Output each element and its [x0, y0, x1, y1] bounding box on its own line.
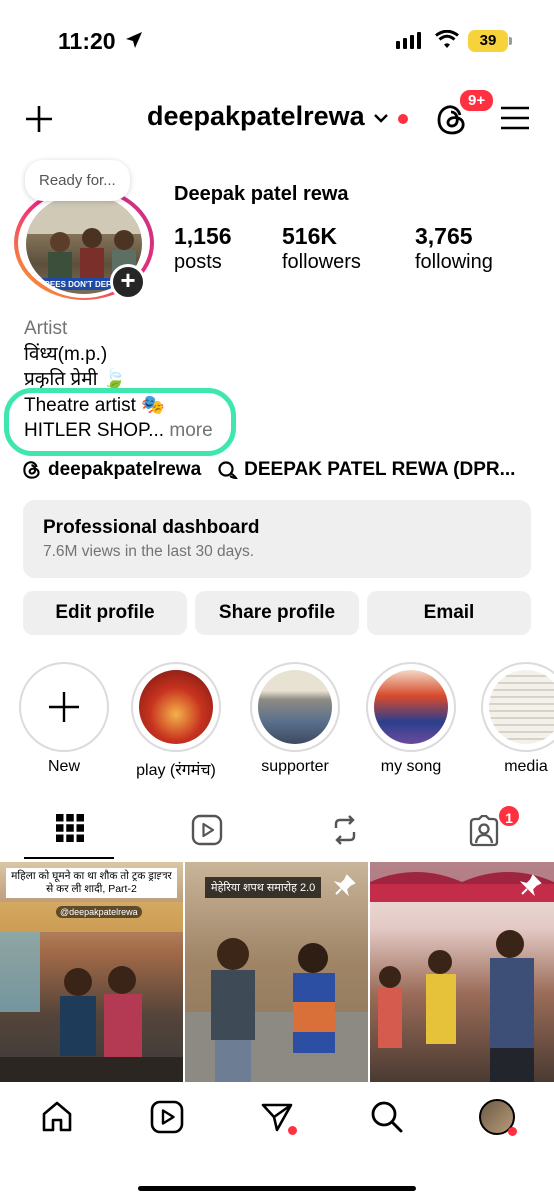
- professional-dashboard[interactable]: Professional dashboard 7.6M views in the…: [23, 500, 531, 578]
- pinned-icon: [334, 874, 356, 896]
- stat-posts[interactable]: 1,156 posts: [174, 223, 232, 274]
- email-button[interactable]: Email: [367, 591, 531, 635]
- followers-label: followers: [282, 251, 361, 273]
- highlight-new[interactable]: New: [18, 662, 110, 776]
- note-bubble[interactable]: Ready for...: [25, 160, 130, 201]
- post-thumbnail[interactable]: [370, 862, 554, 1082]
- highlight-circle: [481, 662, 554, 752]
- battery-indicator: 39: [468, 30, 508, 52]
- highlight-label: my song: [380, 758, 442, 775]
- reposts-tab-icon[interactable]: [330, 814, 360, 846]
- highlight-cover: [258, 670, 332, 744]
- threads-link[interactable]: deepakpatelrewa: [48, 459, 201, 481]
- chevron-down-icon[interactable]: [373, 112, 389, 124]
- grid-tab-icon[interactable]: [56, 814, 84, 842]
- highlight-my-song[interactable]: my song: [365, 662, 457, 776]
- clock: 11:20: [58, 28, 116, 54]
- annotation-highlight-oval: [4, 388, 236, 456]
- highlight-circle: [19, 662, 109, 752]
- highlight-media[interactable]: media: [480, 662, 554, 776]
- community-chat-icon: [218, 461, 239, 480]
- highlight-play[interactable]: play (रंगमंच): [130, 662, 222, 780]
- home-indicator: [138, 1186, 416, 1191]
- dashboard-subtitle: 7.6M views in the last 30 days.: [43, 543, 255, 560]
- posts-label: posts: [174, 251, 222, 273]
- tagged-badge: 1: [497, 804, 521, 828]
- account-username[interactable]: deepakpatelrewa: [147, 101, 365, 132]
- home-icon[interactable]: [40, 1100, 74, 1134]
- post-handle: @deepakpatelrewa: [56, 906, 142, 918]
- bio-category: Artist: [24, 318, 68, 339]
- pinned-icon: [520, 874, 542, 896]
- highlight-label: play (रंगमंच): [136, 762, 216, 779]
- dashboard-title: Professional dashboard: [43, 517, 260, 538]
- highlight-supporter[interactable]: supporter: [249, 662, 341, 776]
- bottom-navigation: [0, 1082, 554, 1200]
- edit-profile-button[interactable]: Edit profile: [23, 591, 187, 635]
- highlight-circle: [131, 662, 221, 752]
- profile-notification-dot: [508, 1127, 517, 1136]
- post-thumbnail[interactable]: मेहेरिया शपथ समारोह 2.0: [185, 862, 368, 1082]
- highlight-label: New: [47, 758, 80, 775]
- plus-icon: [49, 692, 79, 722]
- post-caption: मेहेरिया शपथ समारोह 2.0: [205, 877, 322, 898]
- hamburger-menu-icon[interactable]: [500, 106, 530, 130]
- profile-links: deepakpatelrewa DEEPAK PATEL REWA (DPR..…: [22, 459, 515, 481]
- tagged-tab-icon[interactable]: [468, 815, 500, 847]
- highlight-label: supporter: [261, 758, 329, 775]
- following-label: following: [415, 251, 493, 273]
- active-tab-underline: [24, 857, 114, 859]
- threads-link-icon: [23, 461, 40, 479]
- dm-notification-dot: [288, 1126, 297, 1135]
- profile-tabs: [0, 805, 554, 861]
- threads-badge: 9+: [458, 88, 496, 113]
- reels-icon[interactable]: [150, 1100, 184, 1134]
- location-arrow-icon: [126, 32, 142, 48]
- search-icon[interactable]: [370, 1100, 404, 1134]
- following-count: 3,765: [415, 223, 473, 249]
- pinned-icon: [149, 874, 171, 896]
- stat-followers[interactable]: 516K followers: [282, 223, 361, 274]
- highlight-cover: [374, 670, 448, 744]
- add-story-plus-icon[interactable]: +: [110, 264, 146, 300]
- highlight-cover: [139, 670, 213, 744]
- followers-count: 516K: [282, 223, 337, 249]
- posts-count: 1,156: [174, 223, 232, 249]
- share-profile-button[interactable]: Share profile: [195, 591, 359, 635]
- status-bar: 11:20 39: [0, 0, 554, 82]
- battery-cap: [509, 37, 512, 45]
- post-thumbnail[interactable]: महिला को घूमने का था शौक तो ट्रक ड्राइवर…: [0, 862, 183, 1082]
- wifi-icon: [435, 30, 459, 48]
- community-link[interactable]: DEEPAK PATEL REWA (DPR...: [244, 459, 515, 481]
- stat-following[interactable]: 3,765 following: [415, 223, 493, 274]
- reels-tab-icon[interactable]: [191, 814, 223, 846]
- highlight-circle: [366, 662, 456, 752]
- bio-line: विंध्य(m.p.): [24, 343, 108, 365]
- highlight-label: media: [504, 758, 548, 775]
- cellular-signal-icon: [396, 32, 421, 49]
- display-name: Deepak patel rewa: [174, 183, 349, 205]
- notification-dot: [398, 114, 408, 124]
- highlight-cover: [489, 670, 554, 744]
- highlight-circle: [250, 662, 340, 752]
- create-plus-icon[interactable]: [24, 104, 54, 134]
